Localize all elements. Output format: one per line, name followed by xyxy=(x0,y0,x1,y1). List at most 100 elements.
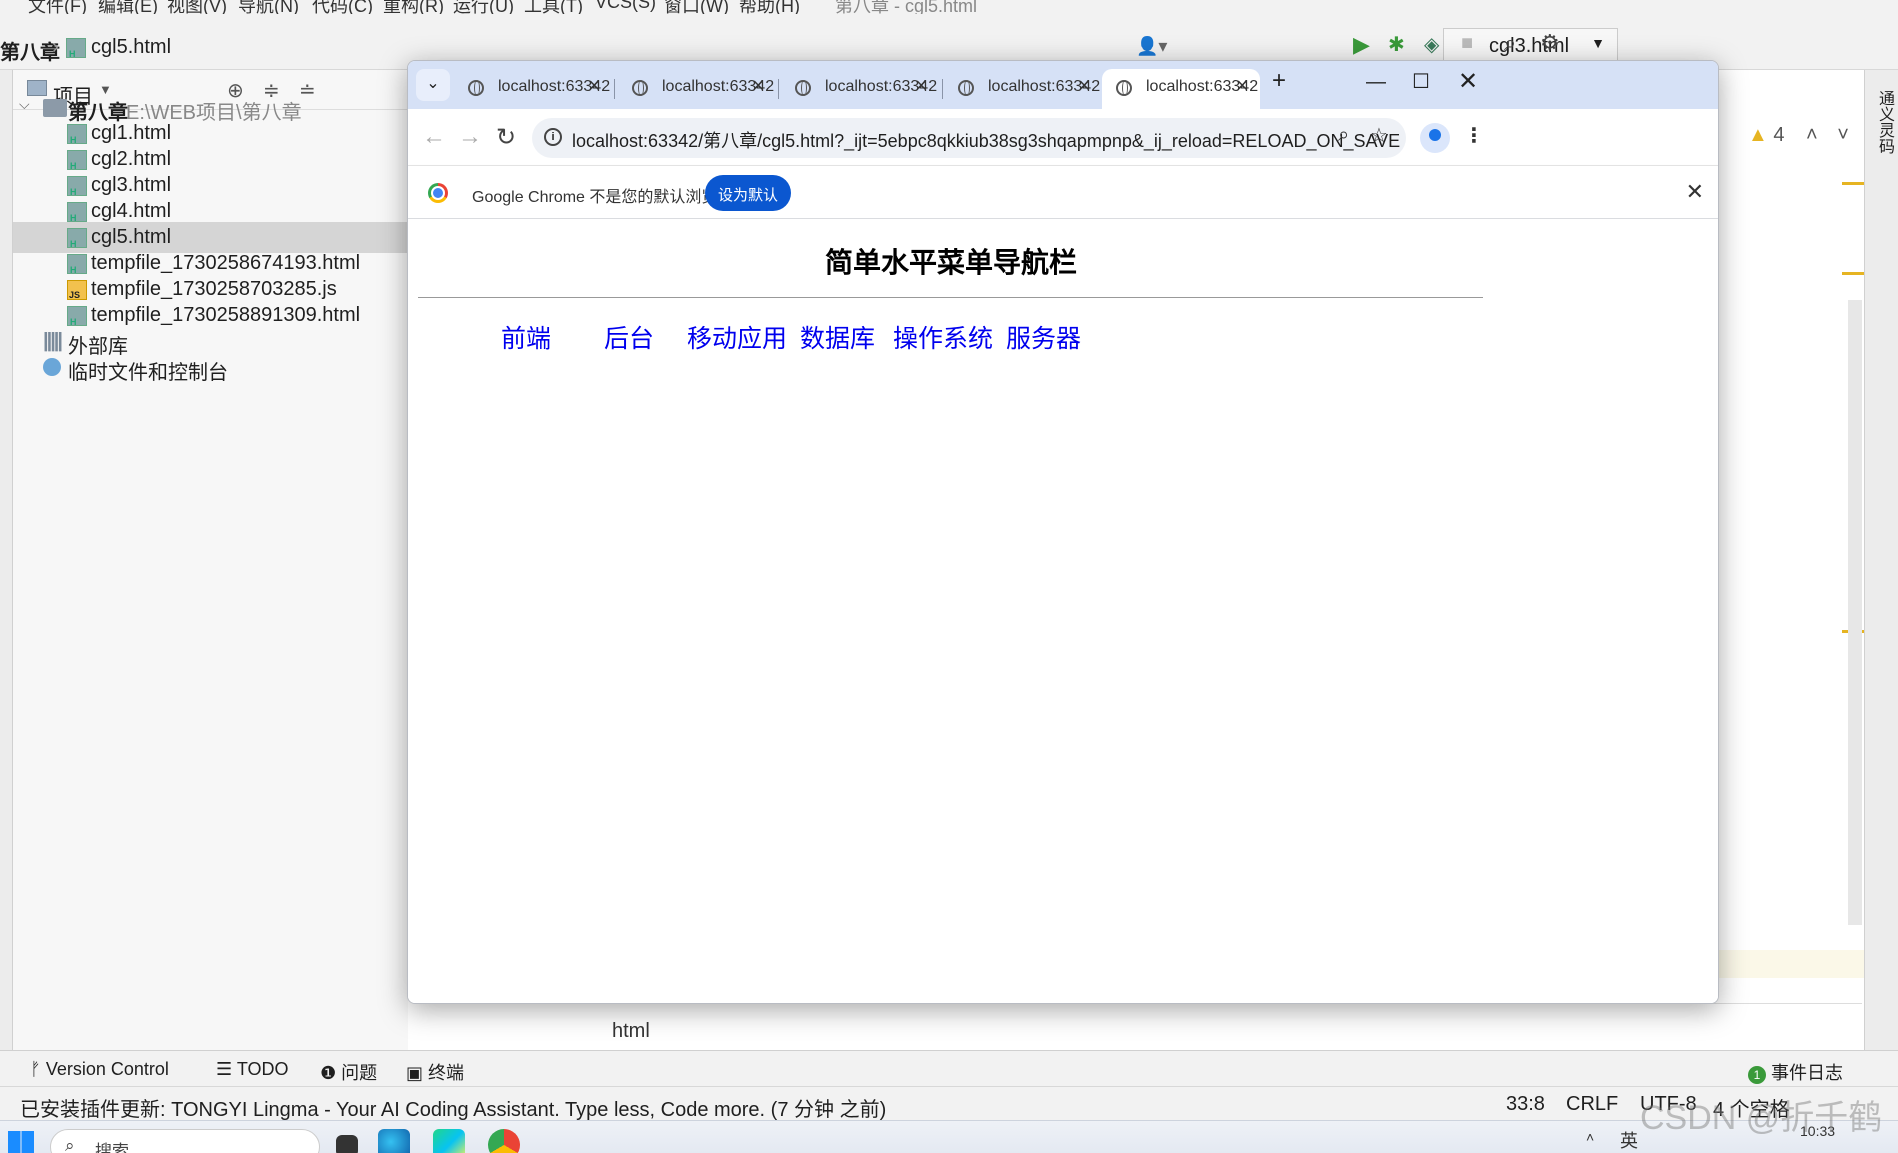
breadcrumb-file[interactable]: cgl5.html xyxy=(91,36,171,59)
tree-scratches-label: 临时文件和控制台 xyxy=(68,362,228,384)
version-control-tab[interactable]: ᚠ Version Control xyxy=(30,1059,169,1080)
new-tab-icon[interactable]: + xyxy=(1272,67,1286,95)
nav-link-frontend[interactable]: 前端 xyxy=(501,319,551,355)
forward-icon[interactable]: → xyxy=(458,123,482,151)
editor-breadcrumb-tag[interactable]: html xyxy=(612,1020,650,1043)
chevron-down-icon[interactable]: ˅ xyxy=(1837,124,1849,146)
browser-tab-active[interactable]: localhost:63342 × xyxy=(1102,69,1260,109)
error-stripe-marker[interactable] xyxy=(1842,182,1864,185)
menu-view[interactable]: 视图(V) xyxy=(167,0,227,14)
html-file-icon xyxy=(67,148,87,171)
close-icon[interactable]: × xyxy=(1078,75,1090,98)
version-control-label: Version Control xyxy=(45,1059,169,1079)
browser-tab[interactable]: localhost:63342 × xyxy=(944,69,1102,109)
terminal-tab[interactable]: ▣ 终端 xyxy=(406,1059,464,1085)
reload-icon[interactable]: ↻ xyxy=(496,123,516,152)
edge-icon[interactable] xyxy=(378,1129,410,1153)
menu-edit[interactable]: 编辑(E) xyxy=(98,0,158,14)
chrome-taskbar-icon[interactable] xyxy=(488,1129,520,1153)
todo-label: TODO xyxy=(236,1059,289,1079)
tab-search-button[interactable]: ⌄ xyxy=(416,69,450,101)
caret-position[interactable]: 33:8 xyxy=(1506,1093,1545,1116)
nav-link-mobile[interactable]: 移动应用 xyxy=(687,319,787,355)
tab-separator xyxy=(778,79,779,99)
close-icon[interactable]: × xyxy=(752,75,764,98)
chevron-up-icon[interactable]: ˄ xyxy=(1586,1129,1594,1145)
address-bar[interactable]: i localhost:63342/第八章/cgl5.html?_ijt=5eb… xyxy=(532,118,1406,158)
search-icon[interactable]: ⌕ xyxy=(1504,30,1516,56)
menu-file[interactable]: 文件(F) xyxy=(28,0,87,14)
close-window-icon[interactable]: ✕ xyxy=(1458,67,1478,96)
inspection-widget[interactable]: ▲ 4 ˄ ˅ xyxy=(1748,124,1849,147)
webstorm-icon[interactable] xyxy=(433,1129,465,1153)
browser-tab[interactable]: localhost:63342 × xyxy=(618,69,776,109)
minimize-icon[interactable]: — xyxy=(1366,71,1386,94)
address-url: localhost:63342/第八章/cgl5.html?_ijt=5ebpc… xyxy=(572,131,1401,151)
breadcrumb-folder[interactable]: 第八章 xyxy=(0,36,60,65)
maximize-icon[interactable]: ☐ xyxy=(1412,69,1430,94)
editor-scrollbar[interactable] xyxy=(1848,300,1862,925)
more-menu-icon[interactable]: ⋮ xyxy=(1464,123,1484,148)
page-divider xyxy=(418,297,1483,298)
task-view-icon[interactable] xyxy=(336,1135,358,1153)
menu-run[interactable]: 运行(U) xyxy=(453,0,514,14)
todo-tab[interactable]: ☰ TODO xyxy=(216,1059,288,1080)
chevron-down-icon[interactable]: ⌵ xyxy=(19,96,30,113)
ime-indicator[interactable]: 英 xyxy=(1620,1127,1638,1153)
close-icon[interactable]: × xyxy=(915,75,927,98)
tree-scratches[interactable]: 临时文件和控制台 xyxy=(13,352,408,384)
browser-tab[interactable]: localhost:63342 × xyxy=(781,69,939,109)
breadcrumb-file-icon xyxy=(66,36,86,59)
windows-start-icon[interactable] xyxy=(8,1131,34,1153)
chevron-down-icon: ⌄ xyxy=(426,75,440,92)
tongyi-tool-button[interactable]: 通义灵码 xyxy=(1872,90,1896,154)
menu-navigate[interactable]: 导航(N) xyxy=(238,0,299,14)
status-message[interactable]: 已安装插件更新: TONGYI Lingma - Your AI Coding … xyxy=(20,1093,886,1122)
scratch-icon xyxy=(43,358,61,376)
profile-avatar-icon[interactable] xyxy=(1420,123,1450,153)
error-stripe-marker[interactable] xyxy=(1842,272,1864,275)
globe-icon xyxy=(795,80,811,96)
taskbar-search[interactable]: ⌕ 搜索 xyxy=(50,1129,320,1153)
nav-link-backend[interactable]: 后台 xyxy=(604,319,654,355)
user-icon[interactable]: 👤▾ xyxy=(1136,36,1167,57)
nav-link-database[interactable]: 数据库 xyxy=(800,319,875,355)
nav-link-os[interactable]: 操作系统 xyxy=(893,319,993,355)
menu-vcs[interactable]: VCS(S) xyxy=(595,0,656,13)
nav-link-server[interactable]: 服务器 xyxy=(1006,319,1081,355)
menu-tools[interactable]: 工具(T) xyxy=(524,0,583,14)
taskbar-search-placeholder: 搜索 xyxy=(95,1142,129,1153)
menu-code[interactable]: 代码(C) xyxy=(312,0,373,14)
ide-menubar: 文件(F) 编辑(E) 视图(V) 导航(N) 代码(C) 重构(R) 运行(U… xyxy=(0,0,1898,14)
close-icon[interactable]: × xyxy=(588,75,600,98)
browser-tab[interactable]: localhost:63342 × xyxy=(454,69,612,109)
tab-separator xyxy=(942,79,943,99)
line-separator[interactable]: CRLF xyxy=(1566,1093,1618,1116)
html-file-icon xyxy=(67,174,87,197)
menu-help[interactable]: 帮助(H) xyxy=(739,0,800,14)
chevron-up-icon[interactable]: ˄ xyxy=(1806,124,1818,146)
debug-icon[interactable]: ✱ xyxy=(1388,32,1405,57)
left-tool-strip xyxy=(0,70,13,1050)
list-icon: ☰ xyxy=(216,1059,237,1079)
menu-refactor[interactable]: 重构(R) xyxy=(383,0,444,14)
tree-file-label: tempfile_1730258891309.html xyxy=(91,304,361,326)
zoom-icon[interactable]: ⌕ xyxy=(1338,124,1349,147)
set-default-button[interactable]: 设为默认 xyxy=(705,175,791,211)
gear-icon[interactable]: ⚙ xyxy=(1540,30,1560,56)
bookmark-star-icon[interactable]: ☆ xyxy=(1370,123,1388,148)
run-icon[interactable]: ▶ xyxy=(1353,32,1370,58)
info-icon: ❶ xyxy=(320,1063,342,1083)
problems-label: 问题 xyxy=(341,1063,378,1083)
problems-tab[interactable]: ❶ 问题 xyxy=(320,1059,377,1085)
back-icon[interactable]: ← xyxy=(422,123,446,151)
menu-window[interactable]: 窗口(W) xyxy=(664,0,729,14)
site-info-icon[interactable]: i xyxy=(544,128,562,146)
event-log-tab[interactable]: 1 事件日志 xyxy=(1748,1059,1843,1085)
tree-file-label: cgl2.html xyxy=(91,148,172,170)
close-icon[interactable]: × xyxy=(1236,75,1248,98)
close-icon[interactable]: ✕ xyxy=(1686,179,1704,205)
window-title: 第八章 - cgl5.html xyxy=(835,0,978,14)
stop-icon[interactable]: ■ xyxy=(1461,32,1473,55)
coverage-icon[interactable]: ◈ xyxy=(1424,32,1439,57)
